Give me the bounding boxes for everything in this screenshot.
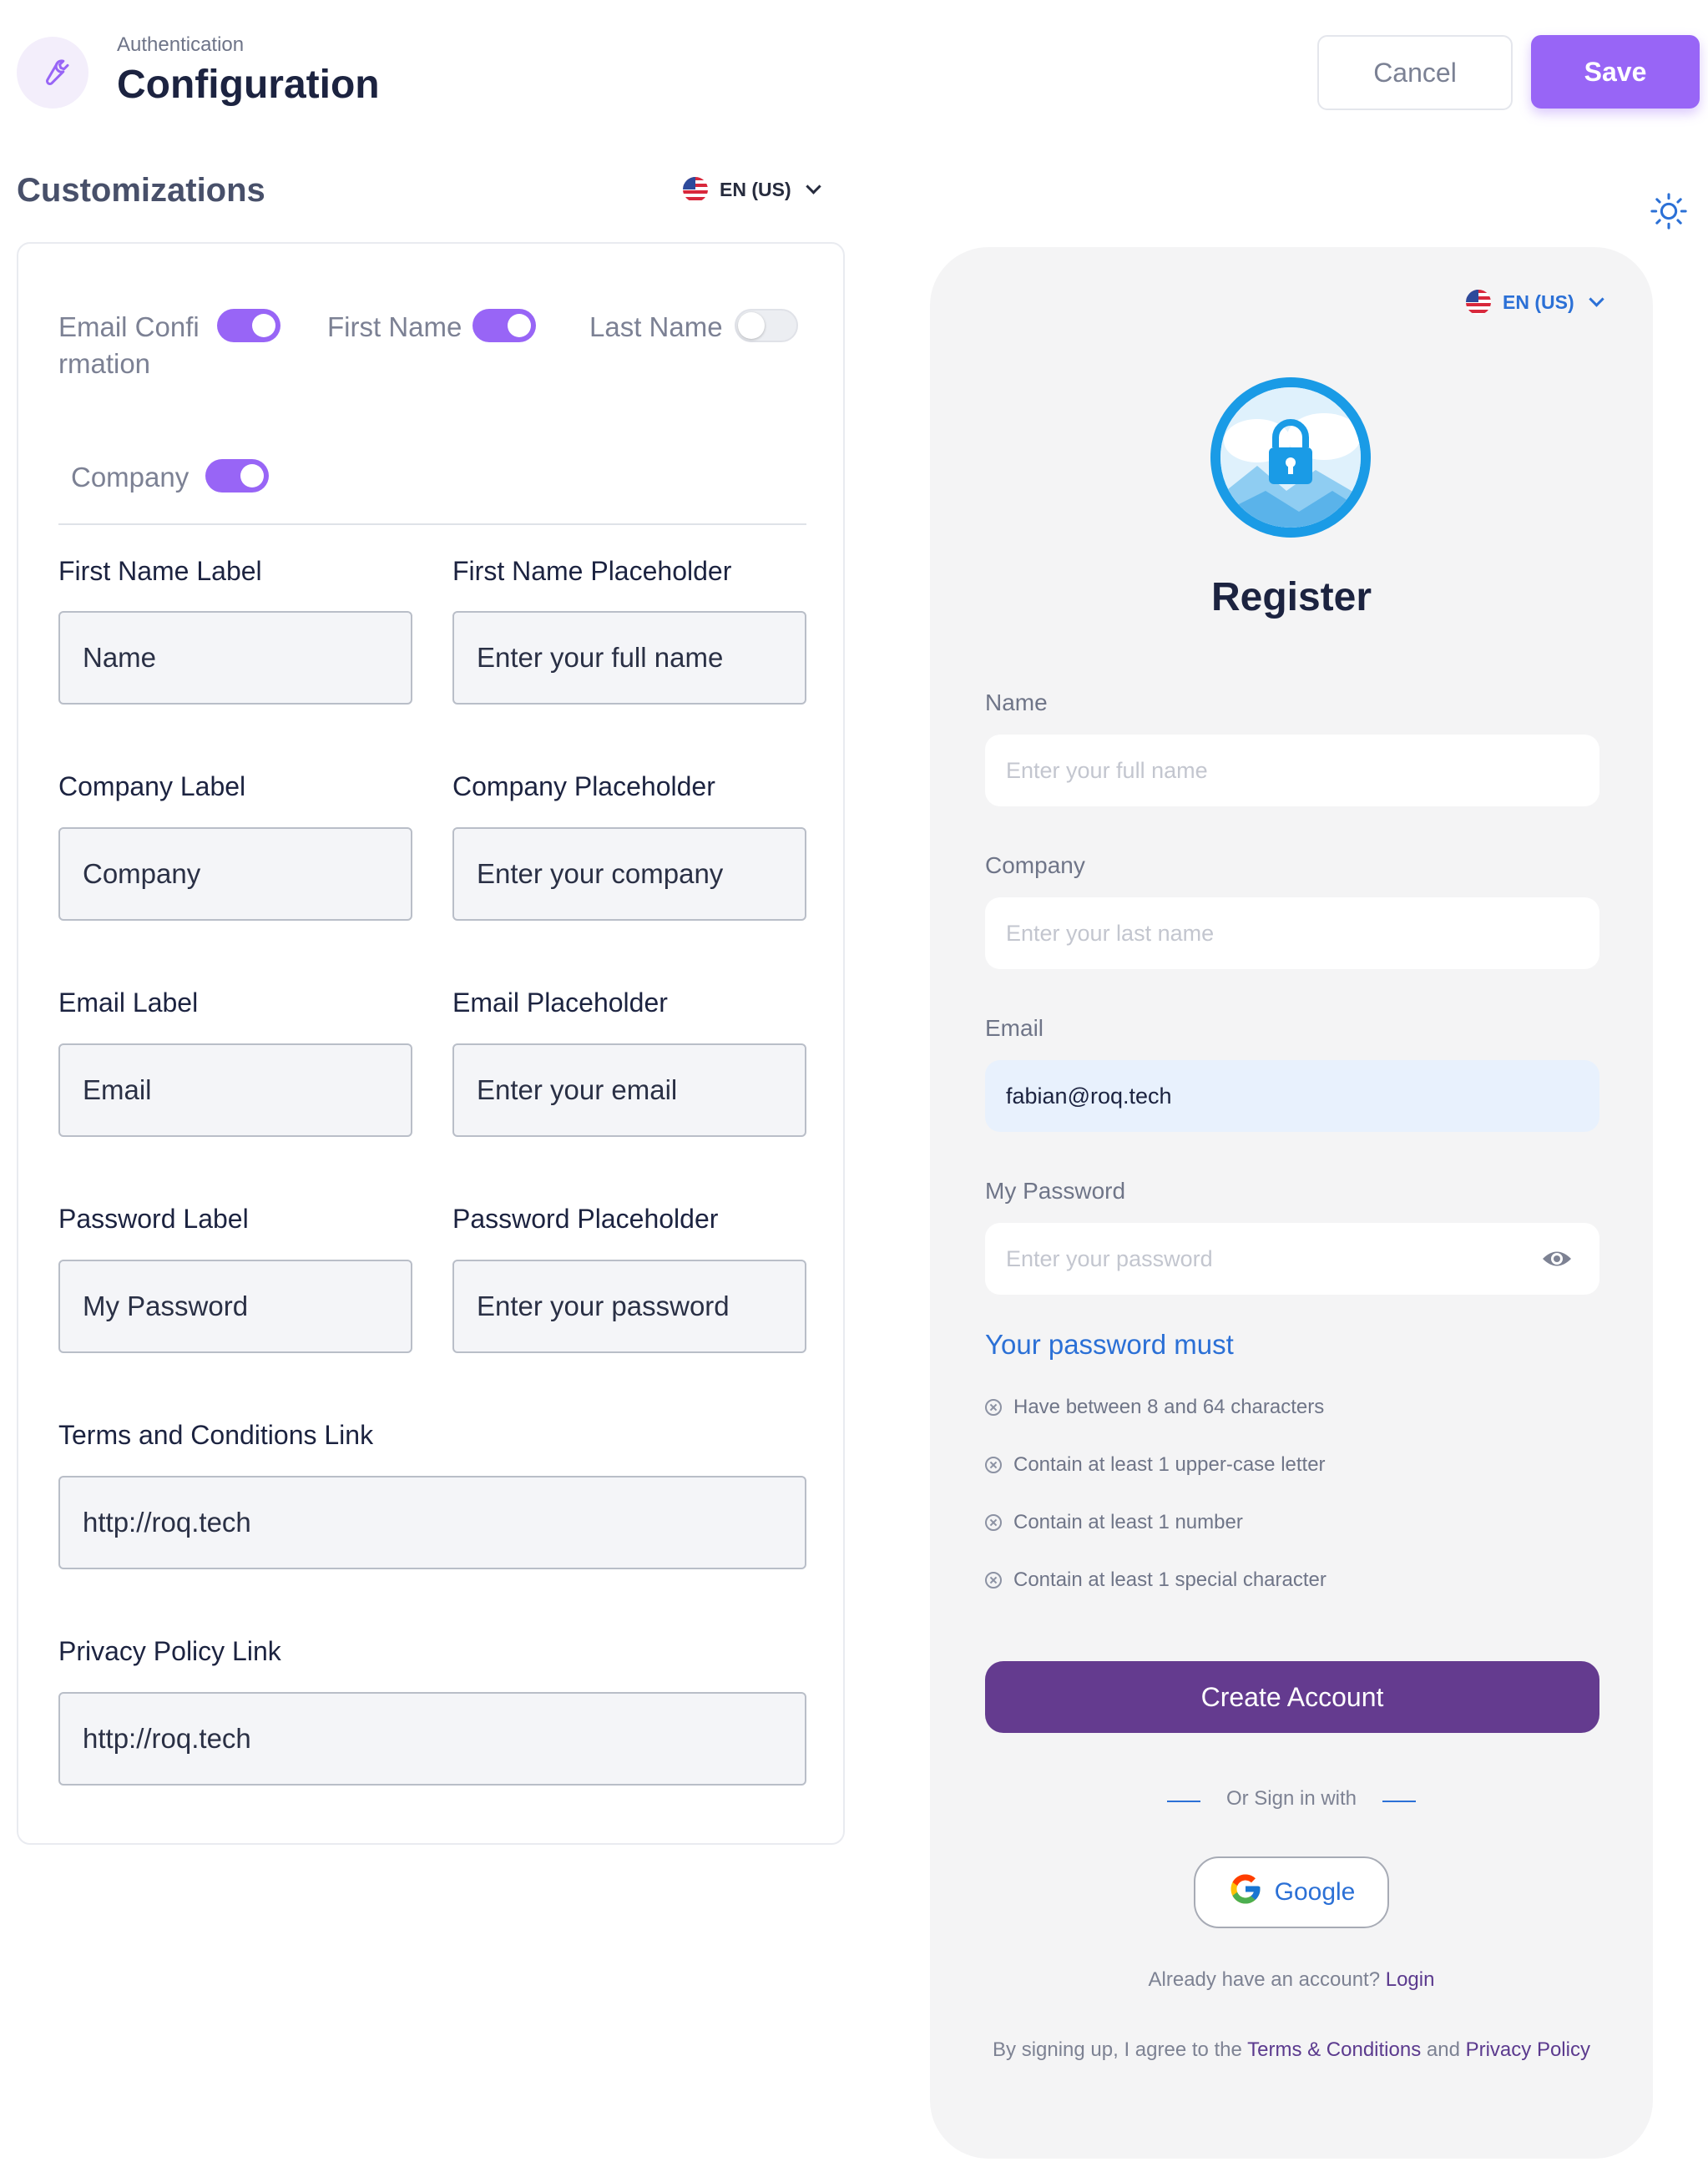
google-sign-in-button[interactable]: Google xyxy=(1194,1856,1389,1928)
chevron-down-icon xyxy=(805,178,821,194)
page-title: Configuration xyxy=(117,63,380,107)
company-label-input[interactable]: Company xyxy=(58,827,412,921)
already-have-account: Already have an account? Login xyxy=(1148,1968,1435,1991)
preview-company-label: Company xyxy=(985,852,1085,878)
toggle-knob xyxy=(738,312,765,339)
x-circle-icon xyxy=(985,1572,1002,1589)
wrench-icon xyxy=(17,37,88,109)
password-label-input[interactable]: My Password xyxy=(58,1260,412,1353)
toggle-knob xyxy=(508,314,531,337)
first-name-placeholder-title: First Name Placeholder xyxy=(452,556,732,586)
privacy-link-input[interactable]: http://roq.tech xyxy=(58,1692,806,1786)
email-label-input[interactable]: Email xyxy=(58,1043,412,1137)
toggle-knob xyxy=(252,314,275,337)
toggle-label-last-name: Last Name xyxy=(589,311,723,342)
sun-icon[interactable] xyxy=(1650,192,1688,230)
first-name-label-input[interactable]: Name xyxy=(58,611,412,705)
toggle-company[interactable] xyxy=(205,459,269,492)
us-flag-icon xyxy=(1466,290,1491,315)
x-circle-icon xyxy=(985,1399,1002,1416)
section-title: Customizations xyxy=(17,172,265,209)
us-flag-icon xyxy=(683,177,708,202)
language-selector[interactable]: EN (US) xyxy=(683,177,821,202)
divider-right xyxy=(1382,1801,1416,1802)
google-icon xyxy=(1228,1871,1263,1913)
password-rule: Contain at least 1 special character xyxy=(985,1568,1326,1592)
or-sign-in-text: Or Sign in with xyxy=(1225,1787,1357,1810)
toggle-label-first-name: First Name xyxy=(327,311,462,342)
breadcrumb: Authentication xyxy=(117,33,245,56)
password-rule: Contain at least 1 upper-case letter xyxy=(985,1453,1326,1477)
first-name-placeholder-input[interactable]: Enter your full name xyxy=(452,611,806,705)
preview-name-input[interactable]: Enter your full name xyxy=(985,735,1599,806)
language-label: EN (US) xyxy=(720,178,791,200)
toggle-label-company: Company xyxy=(71,462,189,492)
password-placeholder-input[interactable]: Enter your password xyxy=(452,1260,806,1353)
terms-link[interactable]: Terms & Conditions xyxy=(1247,2038,1421,2061)
password-rule: Contain at least 1 number xyxy=(985,1511,1243,1534)
create-account-button[interactable]: Create Account xyxy=(985,1661,1599,1733)
toggle-email-confirmation[interactable] xyxy=(217,309,280,342)
register-title: Register xyxy=(1210,575,1372,619)
email-label-title: Email Label xyxy=(58,988,199,1018)
company-placeholder-input[interactable]: Enter your company xyxy=(452,827,806,921)
x-circle-icon xyxy=(985,1457,1002,1473)
preview-email-label: Email xyxy=(985,1015,1044,1041)
toggle-knob xyxy=(240,464,264,487)
password-label-title: Password Label xyxy=(58,1204,249,1234)
agreement-text: By signing up, I agree to the Terms & Co… xyxy=(993,2038,1590,2061)
toggle-first-name[interactable] xyxy=(472,309,536,342)
email-placeholder-input[interactable]: Enter your email xyxy=(452,1043,806,1137)
password-rule: Have between 8 and 64 characters xyxy=(985,1396,1324,1419)
eye-icon[interactable] xyxy=(1541,1246,1573,1271)
company-label-title: Company Label xyxy=(58,771,246,801)
preview-password-label: My Password xyxy=(985,1178,1126,1204)
password-placeholder-title: Password Placeholder xyxy=(452,1204,719,1234)
toggle-last-name[interactable] xyxy=(735,309,798,342)
company-placeholder-title: Company Placeholder xyxy=(452,771,715,801)
chevron-down-icon xyxy=(1588,290,1604,307)
x-circle-icon xyxy=(985,1514,1002,1531)
first-name-label-title: First Name Label xyxy=(58,556,262,586)
lock-logo-icon xyxy=(1207,374,1374,541)
password-placeholder: Enter your password xyxy=(1006,1245,1213,1271)
preview-company-input[interactable]: Enter your last name xyxy=(985,897,1599,969)
privacy-link-title: Privacy Policy Link xyxy=(58,1636,281,1666)
preview-language-selector[interactable]: EN (US) xyxy=(1466,290,1604,315)
terms-link-title: Terms and Conditions Link xyxy=(58,1420,374,1450)
email-placeholder-title: Email Placeholder xyxy=(452,988,668,1018)
cancel-button[interactable]: Cancel xyxy=(1317,35,1513,110)
save-button[interactable]: Save xyxy=(1531,35,1700,109)
toggle-label-email-confirmation: Email Confirmation xyxy=(58,311,200,379)
preview-email-input[interactable]: fabian@roq.tech xyxy=(985,1060,1599,1132)
preview-password-input[interactable]: Enter your password xyxy=(985,1223,1599,1295)
terms-link-input[interactable]: http://roq.tech xyxy=(58,1476,806,1569)
divider xyxy=(58,523,806,525)
password-rules-title: Your password must xyxy=(985,1329,1234,1360)
preview-name-label: Name xyxy=(985,689,1048,715)
privacy-link[interactable]: Privacy Policy xyxy=(1466,2038,1590,2061)
login-link[interactable]: Login xyxy=(1386,1968,1435,1991)
preview-language-label: EN (US) xyxy=(1503,290,1574,313)
google-label: Google xyxy=(1274,1878,1356,1906)
